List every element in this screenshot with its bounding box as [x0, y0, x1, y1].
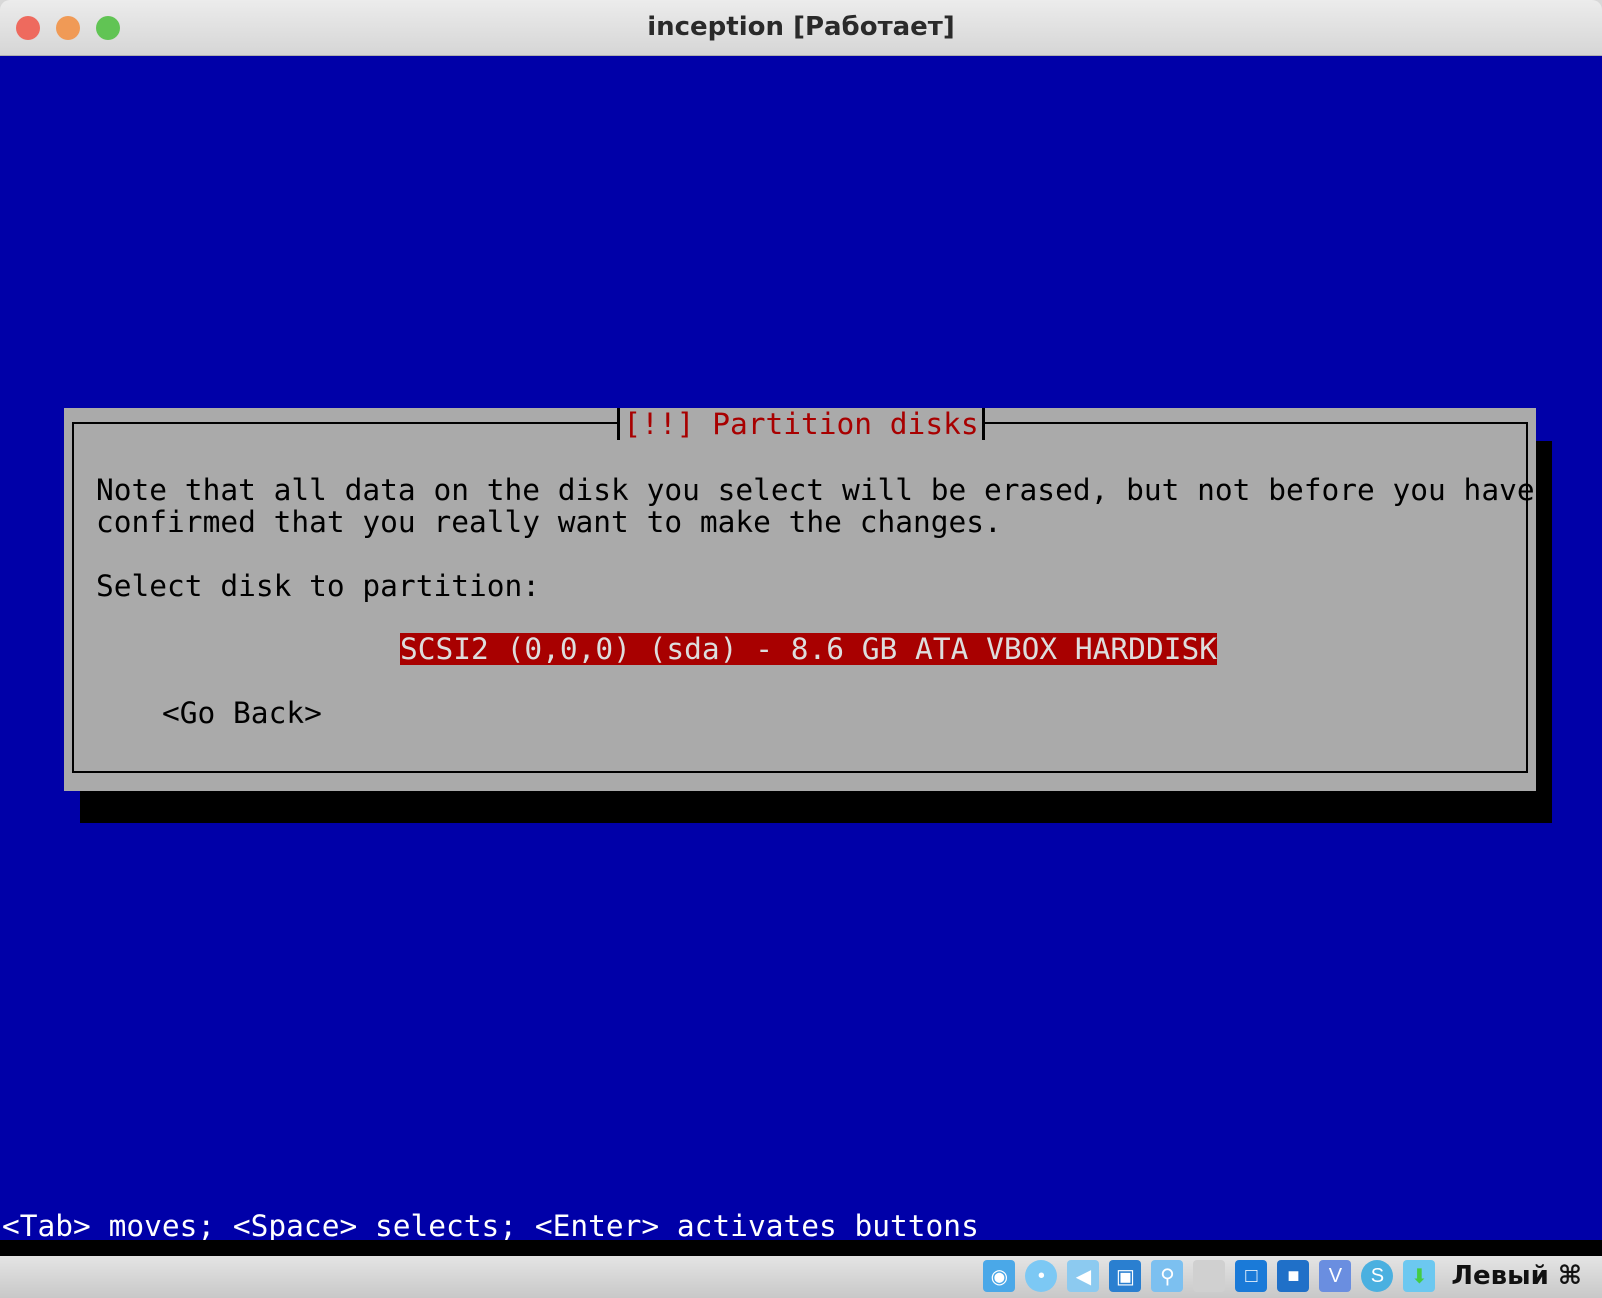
- cpu-activity-icon[interactable]: V: [1319, 1260, 1352, 1292]
- video-capture-icon[interactable]: ■: [1277, 1260, 1310, 1292]
- optical-drive-icon[interactable]: •: [1025, 1260, 1058, 1292]
- shared-folder-icon[interactable]: [1193, 1260, 1226, 1292]
- window-titlebar: inception [Работает]: [0, 0, 1602, 56]
- select-prompt: Select disk to partition:: [96, 569, 541, 603]
- audio-icon[interactable]: ◀: [1067, 1260, 1100, 1292]
- download-icon[interactable]: ⬇: [1403, 1260, 1436, 1292]
- guest-additions-icon[interactable]: S: [1361, 1260, 1394, 1292]
- go-back-button[interactable]: <Go Back>: [162, 697, 322, 729]
- keyboard-hint: <Tab> moves; <Space> selects; <Enter> ac…: [2, 1209, 979, 1243]
- disk-option-sda[interactable]: SCSI2 (0,0,0) (sda) - 8.6 GB ATA VBOX HA…: [400, 633, 1217, 665]
- network-icon[interactable]: ▣: [1109, 1260, 1142, 1292]
- display-icon[interactable]: □: [1235, 1260, 1268, 1292]
- hard-disk-icon[interactable]: ◉: [983, 1260, 1016, 1292]
- host-key-label: Левый ⌘: [1451, 1261, 1582, 1291]
- dialog-title: [!!] Partition disks: [617, 408, 985, 440]
- message-line-1: Note that all data on the disk you selec…: [96, 473, 1535, 507]
- status-bar: ◉ • ◀ ▣ ⚲ □ ■ V S ⬇ Левый ⌘: [0, 1256, 1602, 1298]
- partition-dialog: [!!] Partition disks Note that all data …: [64, 408, 1536, 791]
- message-line-2: confirmed that you really want to make t…: [96, 505, 1002, 539]
- screen-bottom-border: [0, 1240, 1602, 1256]
- vm-screen[interactable]: [!!] Partition disks Note that all data …: [0, 56, 1602, 1243]
- window-title: inception [Работает]: [647, 12, 955, 42]
- usb-icon[interactable]: ⚲: [1151, 1260, 1184, 1292]
